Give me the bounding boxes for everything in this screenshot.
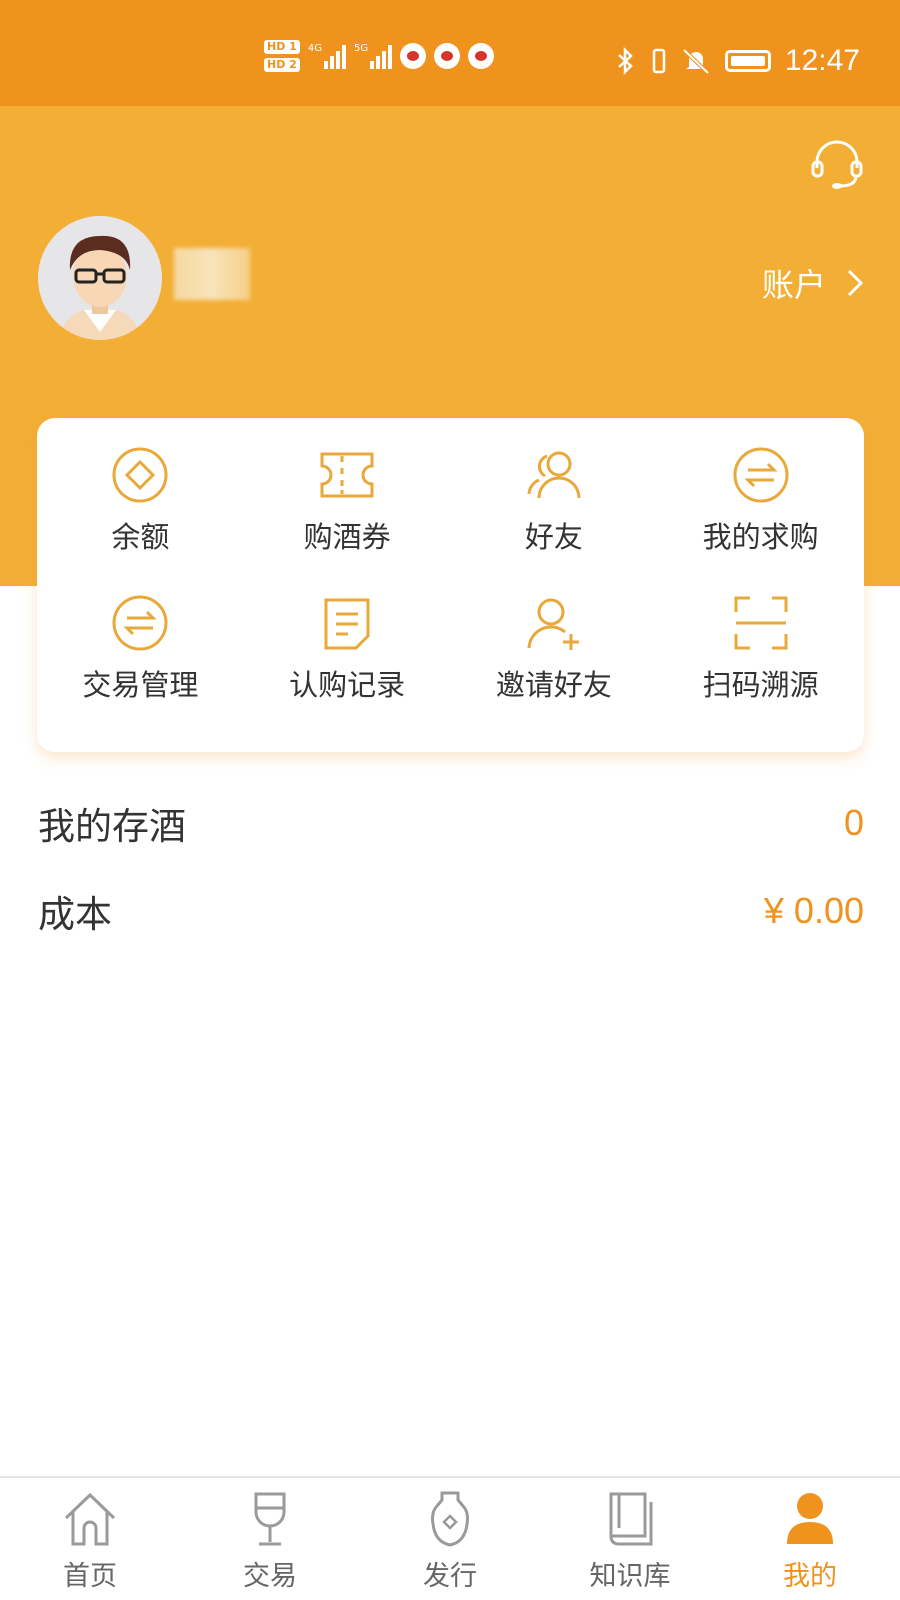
tab-issue[interactable]: 发行 [360, 1478, 540, 1600]
liquor-bottle-icon [431, 1491, 469, 1547]
menu-my-purchase-requests[interactable]: 我的求购 [657, 446, 864, 594]
exchange-arrows-icon [733, 447, 789, 503]
bottom-tab-bar: 首页 交易 发行 知识库 我的 [0, 1476, 900, 1600]
signal-icon: 4G [308, 43, 346, 69]
menu-friends[interactable]: 好友 [451, 446, 658, 594]
status-time: 12:47 [784, 44, 860, 77]
weibo-notification-icon [400, 43, 427, 69]
status-left-icons: HD 1 HD 2 4G 5G [264, 40, 495, 72]
signal-icon-2: 5G [353, 43, 393, 69]
avatar[interactable] [38, 216, 162, 340]
tab-mine[interactable]: 我的 [720, 1478, 900, 1600]
cost-label: 成本 [38, 893, 112, 936]
menu-trade-management[interactable]: 交易管理 [37, 594, 244, 742]
coupon-ticket-icon [320, 452, 374, 498]
tab-label: 知识库 [589, 1561, 671, 1592]
menu-label: 认购记录 [289, 668, 406, 702]
quick-menu-card: 余额 购酒券 好友 我的求购 交易管理 认购记录 邀请好友 扫码溯源 [37, 418, 864, 752]
stored-wine-value: 0 [843, 802, 864, 843]
menu-label: 交易管理 [82, 668, 199, 702]
username [174, 248, 250, 300]
menu-label: 我的求购 [702, 520, 819, 554]
menu-balance[interactable]: 余额 [37, 446, 244, 594]
tab-label: 交易 [243, 1561, 297, 1592]
menu-coupons[interactable]: 购酒券 [244, 446, 451, 594]
network-type-1: 4G [307, 43, 322, 54]
sim2-badge: HD 2 [264, 58, 300, 72]
status-right-icons: 12:47 [615, 44, 860, 78]
battery-icon [724, 50, 771, 72]
stored-wine-row[interactable]: 我的存酒 0 [38, 796, 864, 850]
chevron-right-icon [847, 269, 864, 297]
user-avatar-illustration [38, 216, 162, 340]
exchange-arrows-icon [112, 595, 168, 651]
friends-icon [527, 451, 581, 499]
bluetooth-icon [618, 47, 633, 75]
tab-knowledge-base[interactable]: 知识库 [540, 1478, 720, 1600]
menu-invite-friends[interactable]: 邀请好友 [451, 594, 658, 742]
status-bar: HD 1 HD 2 4G 5G 12:47 [0, 0, 900, 106]
stored-wine-label: 我的存酒 [38, 805, 186, 848]
wine-glass-icon [254, 1492, 286, 1546]
cost-value: ¥ 0.00 [763, 890, 864, 931]
user-icon [787, 1493, 833, 1544]
add-user-icon [527, 598, 579, 650]
home-icon [64, 1492, 116, 1546]
tab-label: 我的 [783, 1561, 837, 1592]
vibrate-icon [652, 48, 666, 74]
weibo-notification-icon [434, 43, 461, 69]
scan-frame-icon [734, 596, 788, 650]
menu-label: 扫码溯源 [702, 668, 819, 702]
customer-service-icon[interactable] [810, 138, 864, 192]
menu-scan-trace[interactable]: 扫码溯源 [657, 594, 864, 742]
tab-label: 首页 [63, 1561, 117, 1592]
weibo-notification-icon [468, 43, 495, 69]
sim1-badge: HD 1 [264, 40, 300, 54]
menu-subscription-records[interactable]: 认购记录 [244, 594, 451, 742]
account-label: 账户 [761, 266, 826, 304]
tab-trade[interactable]: 交易 [180, 1478, 360, 1600]
account-link[interactable]: 账户 [762, 260, 864, 306]
mute-bell-icon [682, 48, 710, 75]
document-icon [324, 598, 370, 650]
menu-label: 邀请好友 [495, 668, 612, 702]
menu-label: 余额 [111, 520, 170, 554]
menu-label: 好友 [524, 520, 583, 554]
tab-home[interactable]: 首页 [0, 1478, 180, 1600]
sim-indicators: HD 1 HD 2 [264, 40, 300, 72]
tab-label: 发行 [423, 1561, 477, 1592]
cost-row: 成本 ¥ 0.00 [38, 884, 864, 938]
book-icon [609, 1492, 653, 1546]
menu-label: 购酒券 [303, 520, 391, 554]
network-type-2: 5G [353, 43, 369, 54]
balance-diamond-icon [112, 447, 168, 503]
